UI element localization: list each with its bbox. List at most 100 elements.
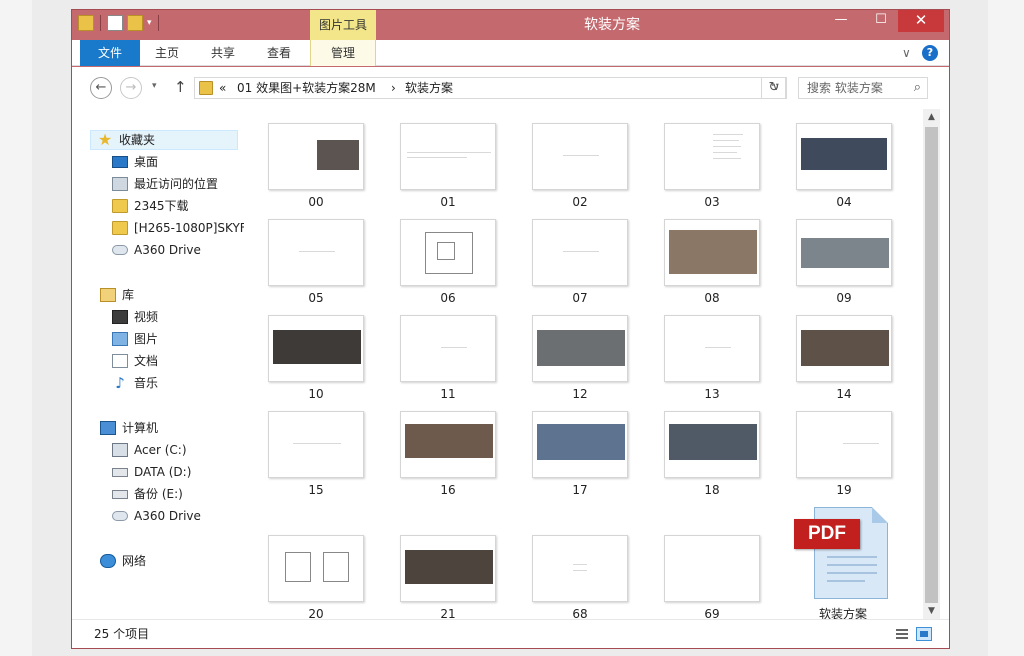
nav-label: [H265-1080P]SKYF bbox=[134, 221, 244, 235]
page-text-line bbox=[827, 556, 877, 558]
nav-label: 视频 bbox=[134, 310, 159, 324]
minimize-button[interactable]: — bbox=[828, 10, 854, 32]
nav-item-drive-d[interactable]: DATA (D:) bbox=[112, 462, 191, 482]
file-item-02[interactable]: 02 bbox=[532, 123, 628, 213]
nav-item-documents[interactable]: 文档 bbox=[112, 351, 158, 371]
search-icon[interactable]: ⌕ bbox=[914, 80, 921, 95]
file-name: 19 bbox=[836, 483, 852, 497]
toolbar-divider bbox=[157, 15, 159, 31]
search-input[interactable]: 搜索 软装方案 ⌕ bbox=[798, 77, 928, 99]
nav-item-a360-drive[interactable]: A360 Drive bbox=[112, 240, 201, 260]
nav-item-recent-places[interactable]: 最近访问的位置 bbox=[112, 174, 218, 194]
help-icon[interactable]: ? bbox=[922, 45, 938, 61]
file-item-21[interactable]: 21 bbox=[400, 535, 496, 625]
tab-share[interactable]: 共享 bbox=[202, 40, 244, 66]
nav-item-2345-download[interactable]: 2345下载 bbox=[112, 196, 189, 216]
nav-computer[interactable]: 计算机 bbox=[100, 418, 158, 438]
scroll-up-icon[interactable]: ▲ bbox=[923, 109, 940, 125]
nav-item-drive-e[interactable]: 备份 (E:) bbox=[112, 484, 183, 504]
thumbnail-text-line bbox=[713, 134, 743, 135]
scroll-down-icon[interactable]: ▼ bbox=[923, 603, 940, 619]
file-item-19[interactable]: 19 bbox=[796, 411, 892, 501]
file-item-14[interactable]: 14 bbox=[796, 315, 892, 405]
file-item-18[interactable]: 18 bbox=[664, 411, 760, 501]
thumbnail-image bbox=[801, 238, 889, 268]
file-thumbnail bbox=[664, 315, 760, 382]
file-item-69[interactable]: 69 bbox=[664, 535, 760, 625]
nav-label: DATA (D:) bbox=[134, 465, 192, 479]
file-name: 14 bbox=[836, 387, 852, 401]
file-item-04[interactable]: 04 bbox=[796, 123, 892, 213]
thumbnail-view-icon bbox=[920, 631, 928, 637]
library-icon bbox=[100, 288, 116, 302]
close-button[interactable]: ✕ bbox=[898, 10, 944, 32]
file-item-03[interactable]: 03 bbox=[664, 123, 760, 213]
file-item-09[interactable]: 09 bbox=[796, 219, 892, 309]
details-view-button[interactable] bbox=[894, 627, 910, 641]
nav-favorites[interactable]: ★ 收藏夹 bbox=[90, 130, 238, 150]
page-fold bbox=[872, 507, 888, 523]
list-line bbox=[896, 629, 908, 631]
nav-label: 收藏夹 bbox=[119, 133, 156, 147]
page-text-line bbox=[827, 572, 877, 574]
file-item-15[interactable]: 15 bbox=[268, 411, 364, 501]
window-title: 软装方案 bbox=[584, 17, 640, 33]
breadcrumb-current[interactable]: 软装方案 bbox=[405, 78, 453, 98]
expand-ribbon-icon[interactable]: ∨ bbox=[902, 46, 911, 60]
file-item-07[interactable]: 07 bbox=[532, 219, 628, 309]
large-icons-view-button[interactable] bbox=[916, 627, 932, 641]
tab-home[interactable]: 主页 bbox=[146, 40, 188, 66]
file-item-68[interactable]: 68 bbox=[532, 535, 628, 625]
thumbnail-text-line bbox=[407, 152, 491, 153]
vertical-scrollbar[interactable]: ▲ ▼ bbox=[923, 109, 940, 619]
tab-view[interactable]: 查看 bbox=[258, 40, 300, 66]
file-item-12[interactable]: 12 bbox=[532, 315, 628, 405]
tab-file[interactable]: 文件 bbox=[80, 40, 140, 66]
thumbnail-image bbox=[405, 550, 493, 584]
tab-manage[interactable]: 管理 bbox=[310, 40, 376, 66]
nav-item-a360-drive-computer[interactable]: A360 Drive bbox=[112, 506, 201, 526]
forward-button[interactable]: → bbox=[120, 77, 142, 99]
nav-item-desktop[interactable]: 桌面 bbox=[112, 152, 158, 172]
nav-item-pictures[interactable]: 图片 bbox=[112, 329, 158, 349]
up-folder-button[interactable]: ↑ bbox=[174, 78, 187, 96]
file-item-00[interactable]: 00 bbox=[268, 123, 364, 213]
file-thumbnail bbox=[532, 315, 628, 382]
scrollbar-thumb[interactable] bbox=[925, 127, 938, 603]
recent-locations-dropdown[interactable]: ▾ bbox=[152, 81, 157, 91]
nav-item-videos[interactable]: 视频 bbox=[112, 307, 158, 327]
nav-item-drive-c[interactable]: Acer (C:) bbox=[112, 440, 187, 460]
file-name: 18 bbox=[704, 483, 720, 497]
file-item-17[interactable]: 17 bbox=[532, 411, 628, 501]
nav-item-music[interactable]: ♪ 音乐 bbox=[112, 373, 158, 393]
thumbnail-text-line bbox=[713, 140, 739, 141]
maximize-button[interactable]: ☐ bbox=[868, 10, 894, 32]
file-item-16[interactable]: 16 bbox=[400, 411, 496, 501]
file-item-pdf[interactable]: PDF 软装方案 bbox=[794, 505, 890, 623]
breadcrumb-overflow[interactable]: « bbox=[219, 78, 226, 98]
file-item-08[interactable]: 08 bbox=[664, 219, 760, 309]
file-item-13[interactable]: 13 bbox=[664, 315, 760, 405]
file-name: 10 bbox=[308, 387, 324, 401]
file-thumbnail bbox=[532, 219, 628, 286]
file-item-11[interactable]: 11 bbox=[400, 315, 496, 405]
nav-network[interactable]: 网络 bbox=[100, 551, 146, 571]
file-thumbnail bbox=[532, 535, 628, 602]
file-item-10[interactable]: 10 bbox=[268, 315, 364, 405]
nav-item-skyf-folder[interactable]: [H265-1080P]SKYF bbox=[112, 218, 244, 238]
breadcrumb-separator[interactable]: › bbox=[391, 78, 396, 98]
new-folder-icon[interactable] bbox=[127, 15, 143, 31]
address-bar[interactable]: « 01 效果图+软装方案28M › 软装方案 ∨ bbox=[194, 77, 786, 99]
nav-libraries[interactable]: 库 bbox=[100, 285, 134, 305]
file-item-05[interactable]: 05 bbox=[268, 219, 364, 309]
file-item-20[interactable]: 20 bbox=[268, 535, 364, 625]
properties-icon[interactable] bbox=[107, 15, 123, 31]
breadcrumb-parent[interactable]: 01 效果图+软装方案28M bbox=[237, 78, 376, 98]
customize-toolbar-dropdown[interactable]: ▾ bbox=[147, 18, 152, 28]
computer-icon bbox=[100, 421, 116, 435]
elevation-drawing bbox=[323, 552, 349, 582]
back-button[interactable]: ← bbox=[90, 77, 112, 99]
file-item-01[interactable]: 01 bbox=[400, 123, 496, 213]
file-item-06[interactable]: 06 bbox=[400, 219, 496, 309]
refresh-button[interactable]: ↻ bbox=[761, 77, 787, 99]
